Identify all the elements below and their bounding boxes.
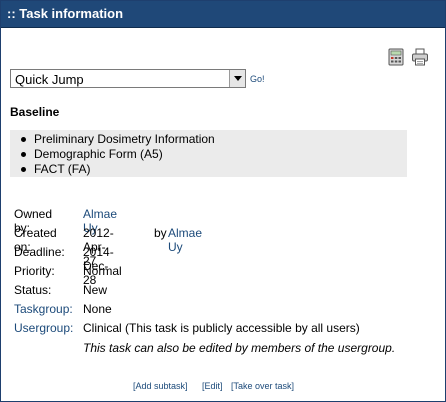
- form-item[interactable]: Demographic Form (A5): [21, 147, 163, 161]
- usergroup-value: Clinical (This task is publicly accessib…: [83, 321, 360, 335]
- take-over-label: Take over task: [233, 381, 292, 391]
- task-info-panel: :: Task information Quick Jump Go! Basel…: [0, 0, 446, 402]
- panel-title: :: Task information: [7, 6, 124, 21]
- printer-icon[interactable]: [411, 48, 429, 66]
- created-by-word: by: [154, 226, 167, 240]
- form-item[interactable]: FACT (FA): [20, 162, 90, 176]
- form-item[interactable]: Preliminary Dosimetry Information: [21, 132, 215, 146]
- usergroup-note: This task can also be edited by members …: [83, 341, 396, 355]
- quick-jump-value: Quick Jump: [15, 72, 84, 87]
- baseline-heading: Baseline: [10, 105, 60, 119]
- panel-titlebar: :: Task information: [1, 1, 445, 28]
- status-label: Status:: [14, 283, 52, 297]
- priority-value: Normal: [83, 264, 122, 278]
- chevron-down-icon[interactable]: [229, 70, 245, 87]
- take-over-link[interactable]: [Take over task]: [231, 381, 294, 391]
- deadline-label: Deadline:: [14, 245, 65, 259]
- quick-jump-select[interactable]: Quick Jump: [10, 69, 246, 88]
- taskgroup-link[interactable]: Taskgroup:: [14, 302, 73, 316]
- creator-link[interactable]: Almae Uy: [168, 226, 202, 254]
- taskgroup-value: None: [83, 302, 112, 316]
- status-value: New: [83, 283, 108, 297]
- go-link[interactable]: Go!: [250, 74, 265, 84]
- calculator-icon[interactable]: [387, 48, 405, 66]
- add-subtask-link[interactable]: [Add subtask]: [133, 381, 188, 391]
- edit-label: Edit: [204, 381, 221, 391]
- usergroup-link[interactable]: Usergroup:: [14, 321, 73, 335]
- form-list: Preliminary Dosimetry Information Demogr…: [10, 130, 407, 177]
- priority-label: Priority:: [14, 264, 55, 278]
- add-subtask-label: Add subtask: [135, 381, 186, 391]
- edit-link[interactable]: [Edit]: [202, 381, 223, 391]
